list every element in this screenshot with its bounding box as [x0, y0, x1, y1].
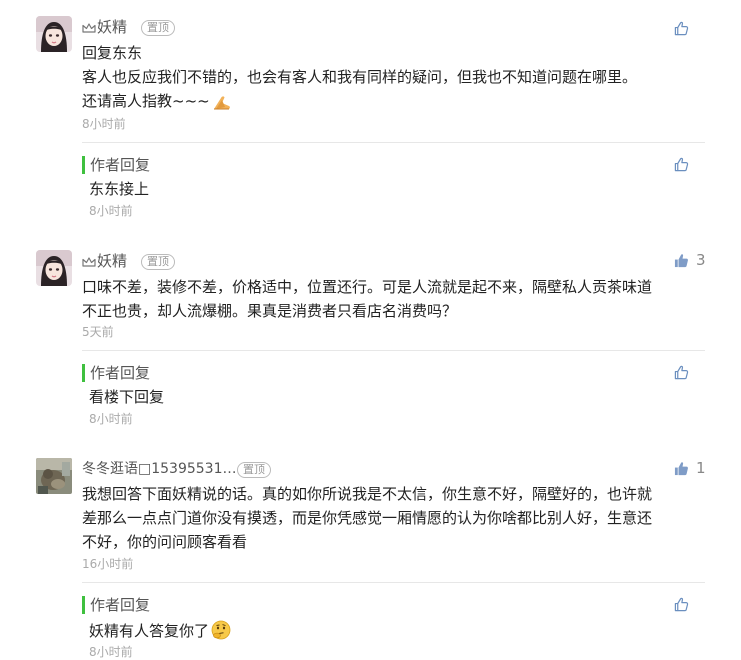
pinned-tag: 置顶: [141, 20, 175, 36]
divider: [82, 582, 705, 583]
thumbs-up-icon: [674, 597, 689, 612]
reply-time: 8小时前: [89, 645, 133, 659]
avatar[interactable]: [36, 458, 72, 494]
author-reply-label: 作者回复: [82, 156, 150, 174]
author-reply-label: 作者回复: [82, 364, 150, 382]
comment-text: 我想回答下面妖精说的话。真的如你所说我是不太信，你生意不好，隔壁好的，也许就 差…: [82, 485, 653, 551]
reply-like-button[interactable]: [674, 362, 689, 382]
pinned-tag: 置顶: [237, 462, 271, 478]
thumbs-up-icon: [674, 461, 689, 476]
like-count: 3: [696, 251, 706, 269]
comment-text: 回复东东 客人也反应我们不错的，也会有客人和我有同样的疑问，但我也不知道问题在哪…: [82, 44, 638, 110]
comment-time: 8小时前: [82, 117, 126, 131]
username[interactable]: 妖精: [82, 17, 127, 37]
reply-like-button[interactable]: [674, 154, 689, 174]
reply-time: 8小时前: [89, 412, 133, 426]
author-reply-text: 妖精有人答复你了: [89, 620, 231, 641]
author-reply-text: 东东接上: [89, 180, 150, 198]
comment-time: 16小时前: [82, 557, 134, 571]
thumbs-up-icon: [674, 253, 689, 268]
author-reply-label: 作者回复: [82, 596, 150, 614]
username[interactable]: 妖精: [82, 251, 127, 271]
like-button[interactable]: 1: [674, 458, 706, 478]
crown-icon: [82, 23, 96, 33]
crown-icon: [82, 257, 96, 267]
praying-hands-emoji: [212, 94, 232, 110]
divider: [82, 142, 705, 143]
divider: [82, 350, 705, 351]
like-count: 1: [696, 459, 706, 477]
like-button[interactable]: [674, 18, 689, 38]
thumbs-up-icon: [674, 157, 689, 172]
thumbs-up-icon: [674, 365, 689, 380]
comment-time: 5天前: [82, 325, 114, 339]
thinking-face-emoji: [211, 620, 231, 640]
like-button[interactable]: 3: [674, 250, 706, 270]
pinned-tag: 置顶: [141, 254, 175, 270]
thumbs-up-icon: [674, 21, 689, 36]
username[interactable]: 冬冬逛语□15395531…: [82, 459, 237, 479]
author-reply-text: 看楼下回复: [89, 388, 165, 406]
avatar[interactable]: [36, 16, 72, 52]
avatar[interactable]: [36, 250, 72, 286]
reply-like-button[interactable]: [674, 594, 689, 614]
comment-text: 口味不差，装修不差，价格适中，位置还行。可是人流就是起不来，隔壁私人贡茶味道 不…: [82, 278, 653, 320]
reply-time: 8小时前: [89, 204, 133, 218]
